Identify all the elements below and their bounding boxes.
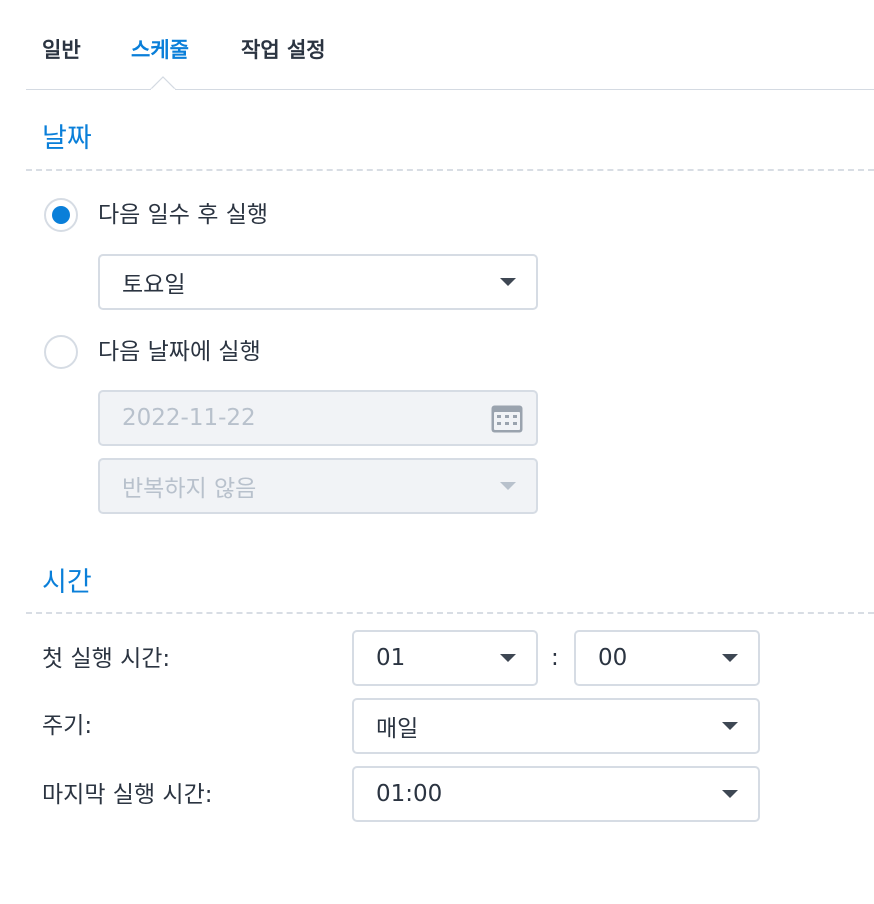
last-run-time-value: 01:00 <box>376 781 443 807</box>
frequency-value: 매일 <box>376 716 419 742</box>
tab-schedule[interactable]: 스케줄 <box>131 34 189 66</box>
repeat-select-value: 반복하지 않음 <box>122 476 257 502</box>
first-run-minute-value: 00 <box>598 645 628 671</box>
run-on-date-label[interactable]: 다음 날짜에 실행 <box>98 336 261 368</box>
frequency-label: 주기: <box>42 713 93 739</box>
last-run-time-select[interactable]: 01:00 <box>352 766 760 822</box>
time-separator: : <box>551 645 559 671</box>
first-run-minute-select[interactable]: 00 <box>574 630 760 686</box>
first-run-hour-select[interactable]: 01 <box>352 630 538 686</box>
active-tab-indicator <box>150 76 176 90</box>
last-run-time-label: 마지막 실행 시간: <box>42 782 213 808</box>
run-after-days-label[interactable]: 다음 일수 후 실행 <box>98 199 268 231</box>
chevron-down-icon <box>500 482 516 490</box>
date-section-divider <box>26 169 874 171</box>
tab-task-settings[interactable]: 작업 설정 <box>241 34 326 66</box>
chevron-down-icon <box>500 278 516 286</box>
chevron-down-icon <box>722 654 738 662</box>
chevron-down-icon <box>722 790 738 798</box>
date-field[interactable]: 2022-11-22 <box>98 390 538 446</box>
frequency-select[interactable]: 매일 <box>352 698 760 754</box>
tab-general[interactable]: 일반 <box>42 34 81 66</box>
time-section-divider <box>26 612 874 614</box>
chevron-down-icon <box>500 654 516 662</box>
time-section-title: 시간 <box>42 567 92 598</box>
date-field-value: 2022-11-22 <box>122 405 256 431</box>
run-after-days-radio[interactable] <box>44 198 78 232</box>
first-run-hour-value: 01 <box>376 645 406 671</box>
day-select[interactable]: 토요일 <box>98 254 538 310</box>
repeat-select[interactable]: 반복하지 않음 <box>98 458 538 514</box>
run-on-date-radio[interactable] <box>44 335 78 369</box>
date-section-title: 날짜 <box>42 123 92 154</box>
first-run-time-label: 첫 실행 시간: <box>42 646 171 672</box>
tab-bar: 일반 스케줄 작업 설정 <box>26 0 874 90</box>
calendar-icon[interactable] <box>491 405 523 433</box>
chevron-down-icon <box>722 722 738 730</box>
day-select-value: 토요일 <box>122 272 186 298</box>
